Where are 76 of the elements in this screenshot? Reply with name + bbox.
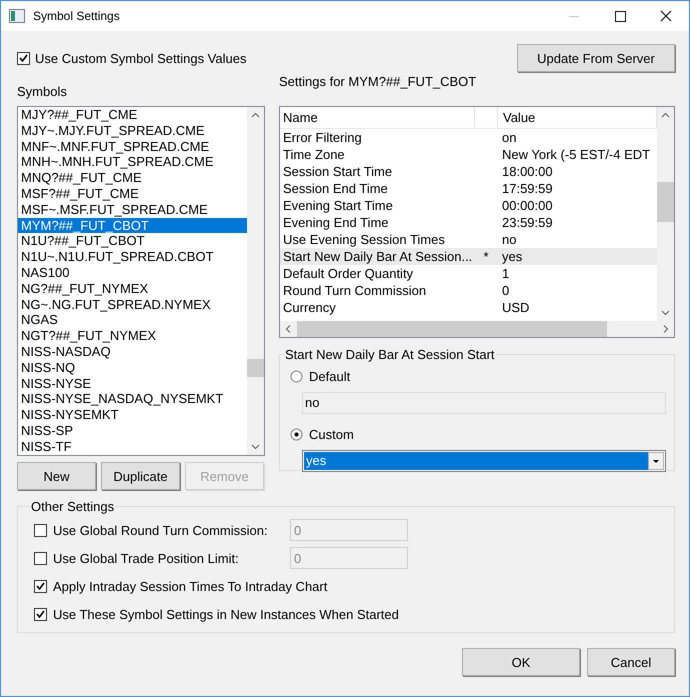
setting-checkbox[interactable]: Apply Intraday Session Times To Intraday Chart	[34, 578, 328, 594]
setting-name[interactable]: Session Start Time	[280, 163, 475, 180]
setting-value[interactable]: 18:00:00	[497, 163, 657, 180]
setting-name[interactable]: Default Order Quantity	[280, 265, 475, 282]
radio-button[interactable]: Default	[290, 366, 666, 386]
symbol-item[interactable]: NAS100	[18, 264, 247, 281]
setting-value[interactable]: on	[497, 129, 657, 146]
symbol-item[interactable]: N1U?##_FUT_CBOT	[18, 233, 247, 250]
symbol-item[interactable]: NGAS	[18, 312, 247, 328]
update-button[interactable]: Update From Server	[517, 44, 675, 72]
symbol-item[interactable]: MNF~.MNF.FUT_SPREAD.CME	[18, 138, 247, 154]
symbol-item[interactable]: MSF?##_FUT_CME	[18, 186, 247, 202]
setting-name[interactable]: Use Evening Session Times	[280, 231, 475, 248]
scroll-thumb[interactable]	[657, 182, 674, 222]
setting-value[interactable]: 23:59:59	[497, 214, 657, 231]
symbol-item[interactable]: NISS-NASDAQ	[18, 344, 247, 360]
scrollbar[interactable]	[280, 321, 674, 337]
settings-title: Settings for MYM?##_FUT_CBOT	[279, 74, 478, 90]
default-value-field[interactable]: no	[302, 392, 666, 414]
setting-name[interactable]: Session End Time	[280, 180, 475, 197]
radio-button[interactable]: Custom	[290, 424, 666, 444]
symbol-item[interactable]: MYM?##_FUT_CBOT	[18, 218, 247, 234]
symbol-action-button[interactable]: New	[17, 462, 96, 490]
setting-value[interactable]: 1	[497, 265, 657, 282]
setting-value[interactable]: New York (-5 EST/-4 EDT	[497, 146, 657, 163]
custom-settings-checkbox[interactable]: Use Custom Symbol Settings Values	[17, 50, 246, 66]
setting-value[interactable]: yes	[497, 248, 657, 265]
custom-value-dropdown[interactable]: yes	[302, 450, 666, 472]
setting-name[interactable]: Error Filtering	[280, 129, 475, 146]
setting-value[interactable]: 0	[497, 282, 657, 299]
window-title: Symbol Settings	[33, 9, 121, 23]
column-header[interactable]: Name	[280, 107, 475, 128]
setting-value[interactable]: 17:59:59	[497, 180, 657, 197]
setting-name[interactable]: Evening Start Time	[280, 197, 475, 214]
checkmark-icon	[35, 608, 46, 620]
setting-value[interactable]: no	[497, 231, 657, 248]
symbol-item[interactable]: NISS-SP	[18, 422, 247, 439]
setting-name[interactable]: Time Zone	[280, 146, 475, 163]
setting-name[interactable]: Round Turn Commission	[280, 282, 475, 299]
caret-icon[interactable]	[648, 452, 664, 470]
dialog-button[interactable]: OK	[462, 648, 580, 676]
checkmark-icon	[18, 52, 29, 64]
symbol-item[interactable]: MJY?##_FUT_CME	[18, 107, 247, 123]
setting-name[interactable]: Start New Daily Bar At Session...	[280, 248, 475, 265]
group-title: Start New Daily Bar At Session Start	[284, 347, 496, 362]
symbol-item[interactable]: NG~.NG.FUT_SPREAD.NYMEX	[18, 296, 247, 312]
symbol-item[interactable]: NISS-NYSE_NASDAQ_NYSEMKT	[18, 391, 247, 408]
setting-checkbox[interactable]: Use These Symbol Settings in New Instances When Started	[34, 606, 399, 622]
symbol-item[interactable]: MJY~.MJY.FUT_SPREAD.CME	[18, 122, 247, 139]
scrollbar[interactable]	[657, 107, 674, 321]
symbol-item[interactable]: MSF~.MSF.FUT_SPREAD.CME	[18, 202, 247, 218]
setting-checkbox[interactable]: Use Global Trade Position Limit:	[34, 550, 290, 566]
symbol-item[interactable]: NG?##_FUT_NYMEX	[18, 280, 247, 297]
group-title: Other Settings	[30, 499, 116, 514]
app-icon	[9, 9, 25, 23]
symbols-label: Symbols	[17, 84, 68, 100]
modified-mark: *	[483, 249, 489, 264]
scrollbar[interactable]	[247, 107, 264, 455]
checkmark-icon	[35, 580, 46, 592]
symbol-item[interactable]: MNQ?##_FUT_CME	[18, 170, 247, 186]
setting-checkbox[interactable]: Use Global Round Turn Commission:	[34, 522, 290, 538]
symbol-item[interactable]: NISS-NYSEMKT	[18, 407, 247, 423]
setting-name[interactable]: Currency	[280, 299, 475, 316]
dialog-button[interactable]: Cancel	[587, 648, 675, 676]
symbol-action-button[interactable]: Duplicate	[101, 462, 180, 490]
symbol-item[interactable]: N1U~.N1U.FUT_SPREAD.CBOT	[18, 249, 247, 265]
setting-name[interactable]: Evening End Time	[280, 214, 475, 231]
setting-value[interactable]: USD	[497, 299, 657, 316]
symbol-item[interactable]: NISS-NQ	[18, 360, 247, 376]
symbol-item[interactable]: NISS-NYSE	[18, 376, 247, 392]
scroll-thumb[interactable]	[297, 321, 607, 337]
setting-value[interactable]: 00:00:00	[497, 197, 657, 214]
scroll-thumb[interactable]	[247, 359, 264, 377]
symbol-item[interactable]: MNH~.MNH.FUT_SPREAD.CME	[18, 154, 247, 170]
symbol-item[interactable]: NISS-TF	[18, 438, 247, 455]
symbol-item[interactable]: NGT?##_FUT_NYMEX	[18, 328, 247, 344]
